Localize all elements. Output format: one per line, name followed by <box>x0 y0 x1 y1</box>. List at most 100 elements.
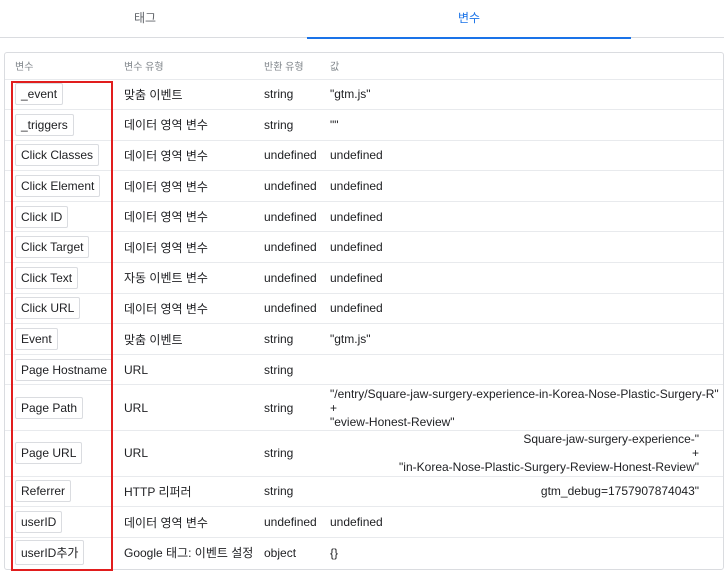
header-return-type: 반환 유형 <box>259 53 325 80</box>
variable-name-chip[interactable]: Click URL <box>15 297 81 320</box>
table-row: userID 데이터 영역 변수 undefined undefined <box>5 506 723 538</box>
value-cell <box>325 354 723 386</box>
variable-name-chip[interactable]: Event <box>15 328 58 351</box>
variable-type-cell: 데이터 영역 변수 <box>118 506 259 538</box>
variable-value: undefined <box>330 148 383 163</box>
variable-name-chip[interactable]: userID <box>15 511 63 534</box>
variable-name-chip[interactable]: Click Text <box>15 266 79 289</box>
variable-type-cell: 데이터 영역 변수 <box>118 201 259 233</box>
table-row: Click ID 데이터 영역 변수 undefined undefined <box>5 201 723 233</box>
variable-name-chip[interactable]: _triggers <box>15 113 74 136</box>
tab-tags-label: 태그 <box>133 11 157 25</box>
value-cell: {} <box>325 537 723 568</box>
variable-name-cell: userID <box>5 506 118 538</box>
variable-name-chip[interactable]: Click Classes <box>15 144 100 167</box>
variable-name-chip[interactable]: Referrer <box>15 480 72 503</box>
table-row: Event 맞춤 이벤트 string "gtm.js" <box>5 323 723 355</box>
variable-name-chip[interactable]: Page Hostname <box>15 358 114 381</box>
value-cell: "gtm.js" <box>325 79 723 111</box>
variable-name-cell: Click ID <box>5 201 118 233</box>
variable-name-cell: Click Target <box>5 231 118 264</box>
header-value: 값 <box>325 53 723 80</box>
value-cell: undefined <box>325 201 723 233</box>
variables-table-card: 변수 변수 유형 반환 유형 값 _event 맞춤 이벤트 string "gtm.… <box>4 52 724 570</box>
variable-name-cell: Click URL <box>5 293 118 325</box>
variable-value: gtm_debug=1757907874043" <box>540 484 699 499</box>
variable-name-chip[interactable]: Click Target <box>15 236 90 259</box>
variable-name-cell: Click Element <box>5 170 118 202</box>
return-type-cell: string <box>259 476 325 508</box>
table-body: _event 맞춤 이벤트 string "gtm.js" _triggers 데이터 영… <box>5 79 723 568</box>
table-row: Referrer HTTP 리퍼러 string gtm_debug=17579078… <box>5 476 723 508</box>
variable-name-cell: userID추가 <box>5 537 118 568</box>
value-cell: undefined <box>325 231 723 264</box>
return-type-cell: string <box>259 354 325 386</box>
variable-type-cell: 맞춤 이벤트 <box>118 323 259 355</box>
return-type-cell: string <box>259 79 325 111</box>
variable-type-cell: 데이터 영역 변수 <box>118 140 259 172</box>
tab-tags[interactable]: 태그 <box>0 0 290 38</box>
tab-bar: 태그 변수 <box>0 0 724 39</box>
variable-type-cell: 데이터 영역 변수 <box>118 109 259 141</box>
return-type-cell: string <box>259 109 325 141</box>
variable-name-chip[interactable]: userID추가 <box>15 540 85 566</box>
table-row: Click Element 데이터 영역 변수 undefined undefined <box>5 170 723 202</box>
value-cell: undefined <box>325 506 723 538</box>
variable-type-cell: HTTP 리퍼러 <box>118 476 259 508</box>
variable-value: "gtm.js" <box>330 87 371 102</box>
table-row: Click Text 자동 이벤트 변수 undefined undefined <box>5 262 723 294</box>
variable-type-cell: URL <box>118 384 259 432</box>
variable-name-chip[interactable]: Click ID <box>15 205 69 228</box>
return-type-cell: undefined <box>259 140 325 172</box>
variable-type-cell: URL <box>118 354 259 386</box>
value-cell: "" <box>325 109 723 141</box>
header-variable: 변수 <box>5 53 118 80</box>
table-row: userID추가 Google 태그: 이벤트 설정 object {} <box>5 537 723 568</box>
variable-type-cell: Google 태그: 이벤트 설정 <box>124 546 254 561</box>
return-type-cell: undefined <box>259 506 325 538</box>
return-type-cell: object <box>264 545 297 560</box>
variable-type-cell: 데이터 영역 변수 <box>118 293 259 325</box>
variable-name-cell: Click Classes <box>5 140 118 172</box>
tab-variables-label: 변수 <box>457 11 481 25</box>
value-cell: gtm_debug=1757907874043" <box>325 476 723 508</box>
return-type-cell: undefined <box>259 262 325 294</box>
value-cell: Square-jaw-surgery-experience-" + "in-Ko… <box>325 430 723 477</box>
variable-type-cell: 데이터 영역 변수 <box>118 231 259 264</box>
variable-value: undefined <box>330 301 383 316</box>
return-type-cell: string <box>259 323 325 355</box>
variable-value: {} <box>330 545 339 560</box>
return-type-cell: string <box>259 430 325 477</box>
variable-value: Square-jaw-surgery-experience-" + "in-Ko… <box>399 432 699 475</box>
variable-name-chip[interactable]: Click Element <box>15 175 101 198</box>
variable-name-chip[interactable]: Page Path <box>15 396 84 419</box>
variable-name-cell: _event <box>5 79 118 111</box>
variable-name-chip[interactable]: _event <box>15 83 64 106</box>
table-row: Click Target 데이터 영역 변수 undefined undefined <box>5 231 723 264</box>
variable-value: "/entry/Square-jaw-surgery-experience-in… <box>330 386 719 429</box>
variable-type-cell: 맞춤 이벤트 <box>118 79 259 111</box>
table-header-row: 변수 변수 유형 반환 유형 값 <box>5 53 723 80</box>
variable-name-cell: Page URL <box>5 430 118 477</box>
variable-value: undefined <box>330 515 383 530</box>
value-cell: undefined <box>325 293 723 325</box>
value-cell: "/entry/Square-jaw-surgery-experience-in… <box>325 384 723 432</box>
variables-table: 변수 변수 유형 반환 유형 값 _event 맞춤 이벤트 string "gtm.… <box>5 53 723 568</box>
table-row: _triggers 데이터 영역 변수 string "" <box>5 109 723 141</box>
variable-name-cell: Event <box>5 323 118 355</box>
header-variable-type: 변수 유형 <box>118 53 259 80</box>
return-type-cell: undefined <box>259 170 325 202</box>
variable-type-cell: URL <box>118 430 259 477</box>
variable-value: "gtm.js" <box>330 332 371 347</box>
value-cell: undefined <box>325 140 723 172</box>
table-row: _event 맞춤 이벤트 string "gtm.js" <box>5 79 723 111</box>
variable-name-chip[interactable]: Page URL <box>15 442 83 465</box>
return-type-cell: string <box>259 384 325 432</box>
value-cell: undefined <box>325 170 723 202</box>
variable-value: "" <box>330 117 339 132</box>
variable-name-cell: Click Text <box>5 262 118 294</box>
tab-variables[interactable]: 변수 <box>307 0 631 39</box>
return-type-cell: undefined <box>259 293 325 325</box>
table-row: Click URL 데이터 영역 변수 undefined undefined <box>5 293 723 325</box>
variable-value: undefined <box>330 270 383 285</box>
